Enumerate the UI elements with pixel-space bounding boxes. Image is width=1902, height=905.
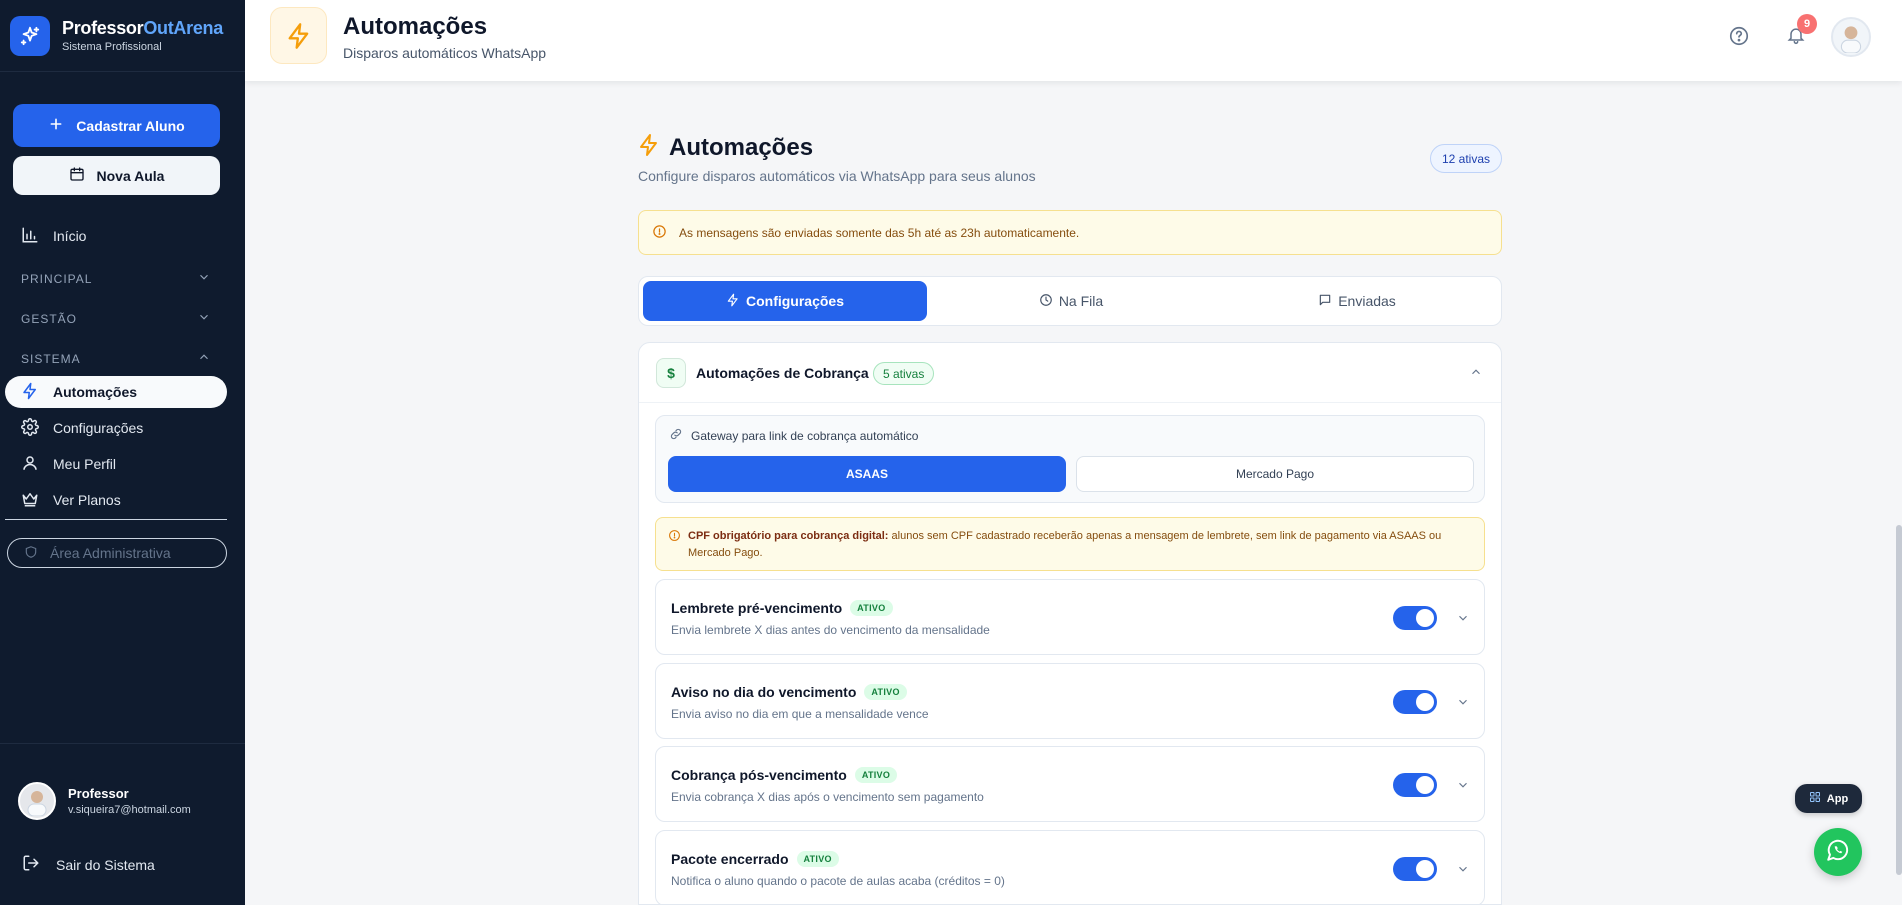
user-icon xyxy=(21,454,39,475)
add-student-button[interactable]: Cadastrar Aluno xyxy=(13,104,220,147)
sidebar-divider xyxy=(5,519,227,520)
schedule-notice: As mensagens são enviadas somente das 5h… xyxy=(638,210,1502,255)
automation-description: Envia aviso no dia em que a mensalidade … xyxy=(671,707,929,721)
crown-icon xyxy=(21,490,39,511)
automation-description: Notifica o aluno quando o pacote de aula… xyxy=(671,874,1005,888)
sparkles-icon xyxy=(10,15,50,56)
section-principal[interactable]: PRINCIPAL xyxy=(21,270,211,287)
info-icon xyxy=(668,529,681,548)
section-sistema[interactable]: SISTEMA xyxy=(21,350,211,367)
tab-configurations[interactable]: Configurações xyxy=(643,281,927,321)
whatsapp-button[interactable] xyxy=(1814,828,1862,876)
gateway-asaas-button[interactable]: ASAAS xyxy=(668,456,1066,492)
calendar-icon xyxy=(69,166,85,185)
chevron-down-icon[interactable] xyxy=(1456,695,1470,714)
header-title: Automações xyxy=(343,13,488,40)
tab-bar: Configurações Na Fila Enviadas xyxy=(638,276,1502,326)
automation-row[interactable]: Lembrete pré-vencimento ATIVO Envia lemb… xyxy=(655,579,1485,655)
link-icon xyxy=(669,427,683,444)
chevron-up-icon[interactable] xyxy=(1469,365,1483,384)
automation-description: Envia cobrança X dias após o vencimento … xyxy=(671,790,984,804)
header-avatar[interactable] xyxy=(1831,17,1871,57)
chevron-down-icon[interactable] xyxy=(1456,611,1470,630)
card-active-badge: 5 ativas xyxy=(873,362,935,385)
gear-icon xyxy=(21,417,39,439)
status-badge: ATIVO xyxy=(854,767,898,783)
status-badge: ATIVO xyxy=(864,684,907,700)
automation-title: Pacote encerrado xyxy=(671,851,789,867)
plus-icon xyxy=(48,116,64,135)
automation-toggle[interactable] xyxy=(1393,857,1437,881)
gateway-label: Gateway para link de cobrança automático xyxy=(669,427,918,444)
automation-row[interactable]: Pacote encerrado ATIVO Notifica o aluno … xyxy=(655,830,1485,904)
automation-toggle[interactable] xyxy=(1393,690,1437,714)
zap-icon xyxy=(21,382,39,403)
notification-badge: 9 xyxy=(1797,14,1817,34)
card-title: Automações de Cobrança xyxy=(696,365,869,381)
page-title: Automações xyxy=(669,134,814,161)
chevron-down-icon xyxy=(197,310,211,327)
user-email: v.siqueira7@hotmail.com xyxy=(68,804,191,816)
automation-description: Envia lembrete X dias antes do venciment… xyxy=(671,623,990,637)
automation-title: Aviso no dia do vencimento xyxy=(671,684,857,700)
app-icon xyxy=(1809,791,1821,806)
status-badge: ATIVO xyxy=(796,851,839,867)
user-name: Professor xyxy=(68,786,129,801)
sidebar-item-automations[interactable]: Automações xyxy=(5,376,227,408)
automation-toggle[interactable] xyxy=(1393,773,1437,797)
help-icon[interactable] xyxy=(1728,25,1750,52)
zap-icon xyxy=(637,133,661,162)
shield-icon xyxy=(24,545,38,562)
sidebar-item-plans[interactable]: Ver Planos xyxy=(5,484,227,516)
scrollbar-thumb[interactable] xyxy=(1896,525,1902,875)
automation-title: Lembrete pré-vencimento xyxy=(671,600,843,616)
chevron-up-icon xyxy=(197,350,211,367)
billing-automations-card: $ Automações de Cobrança 5 ativas Gatewa… xyxy=(638,342,1502,905)
zap-icon xyxy=(270,7,327,64)
sidebar-item-settings[interactable]: Configurações xyxy=(5,412,227,444)
page-subtitle: Configure disparos automáticos via Whats… xyxy=(638,168,1036,184)
automation-row[interactable]: Aviso no dia do vencimento ATIVO Envia a… xyxy=(655,663,1485,739)
dollar-icon: $ xyxy=(656,358,686,388)
new-class-button[interactable]: Nova Aula xyxy=(13,156,220,195)
user-block: Professor v.siqueira7@hotmail.com Sair d… xyxy=(0,743,245,905)
status-badge: ATIVO xyxy=(850,600,893,616)
automation-row[interactable]: Cobrança pós-vencimento ATIVO Envia cobr… xyxy=(655,746,1485,822)
logout-button[interactable]: Sair do Sistema xyxy=(22,854,155,875)
sidebar-item-profile[interactable]: Meu Perfil xyxy=(5,448,227,480)
sidebar-item-home[interactable]: Início xyxy=(5,220,227,252)
scrollbar[interactable] xyxy=(1896,80,1902,905)
whatsapp-icon xyxy=(1825,837,1851,868)
zap-icon xyxy=(726,293,740,310)
sidebar: ProfessorOutArena Sistema Profissional C… xyxy=(0,0,245,905)
automation-toggle[interactable] xyxy=(1393,606,1437,630)
gateway-mercadopago-button[interactable]: Mercado Pago xyxy=(1076,456,1474,492)
tab-sent[interactable]: Enviadas xyxy=(1215,281,1499,321)
admin-area-button[interactable]: Área Administrativa xyxy=(7,538,227,568)
chevron-down-icon[interactable] xyxy=(1456,862,1470,881)
brand-name: ProfessorOutArena xyxy=(62,18,223,38)
avatar xyxy=(18,782,56,820)
gateway-selector: Gateway para link de cobrança automático… xyxy=(655,415,1485,503)
chevron-down-icon[interactable] xyxy=(1456,778,1470,797)
user-info[interactable]: Professor v.siqueira7@hotmail.com xyxy=(18,782,191,820)
clock-icon xyxy=(1039,293,1053,310)
chevron-down-icon xyxy=(197,270,211,287)
bar-chart-icon xyxy=(21,226,39,247)
app-button[interactable]: App xyxy=(1795,784,1862,813)
active-count-badge: 12 ativas xyxy=(1430,144,1502,173)
brand-subtitle: Sistema Profissional xyxy=(62,41,162,53)
cpf-warning: CPF obrigatório para cobrança digital: a… xyxy=(655,517,1485,571)
card-header[interactable]: $ Automações de Cobrança 5 ativas xyxy=(639,343,1501,403)
section-gestao[interactable]: GESTÃO xyxy=(21,310,211,327)
automation-title: Cobrança pós-vencimento xyxy=(671,767,847,783)
logout-icon xyxy=(22,854,40,875)
tab-queue[interactable]: Na Fila xyxy=(929,281,1213,321)
info-icon xyxy=(652,224,667,242)
message-icon xyxy=(1318,293,1332,310)
brand[interactable]: ProfessorOutArena Sistema Profissional xyxy=(0,0,245,72)
header-subtitle: Disparos automáticos WhatsApp xyxy=(343,45,547,61)
top-header: Automações Disparos automáticos WhatsApp… xyxy=(245,0,1902,81)
